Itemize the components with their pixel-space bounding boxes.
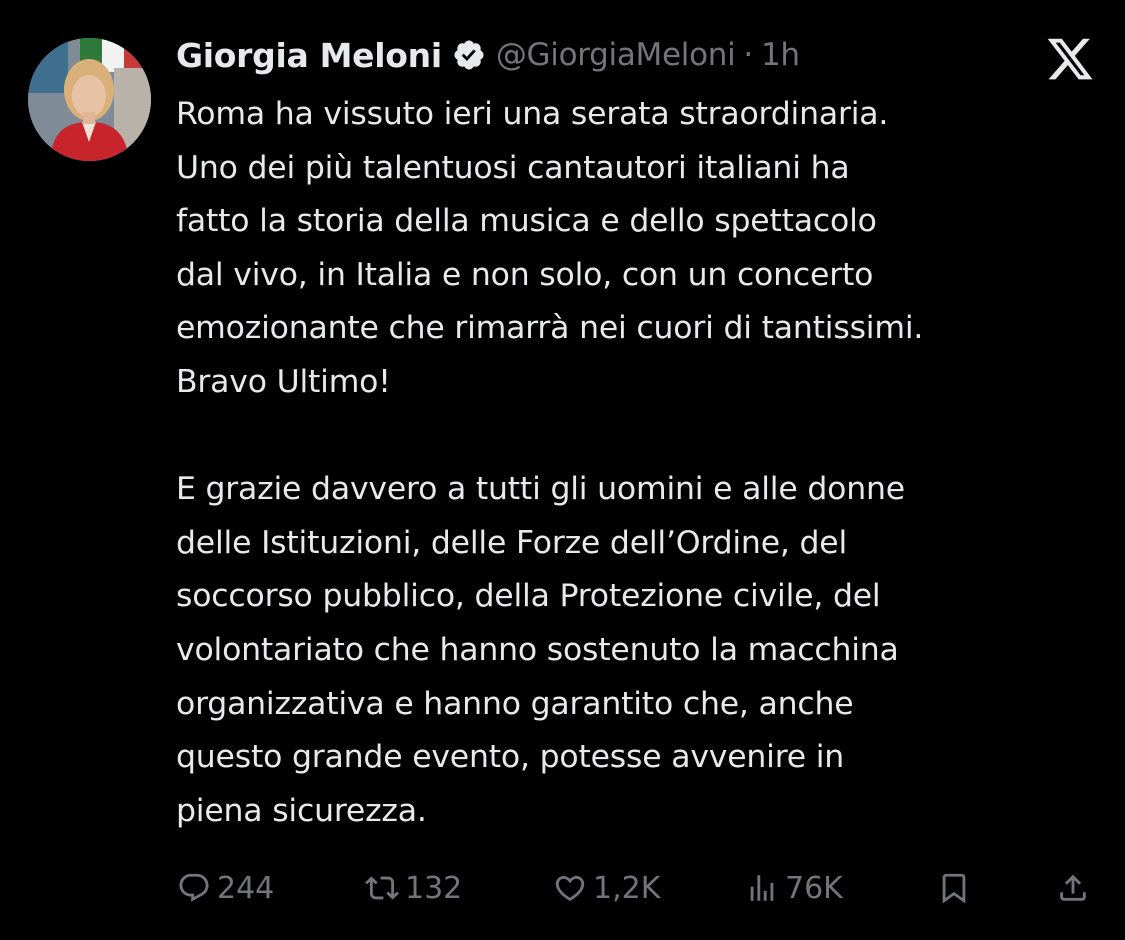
paragraph-break — [176, 410, 1106, 464]
tweet-text-line: Roma ha vissuto ieri una serata straordi… — [176, 96, 889, 132]
separator: · — [743, 37, 753, 73]
tweet-text-line: organizzativa e hanno garantito che, anc… — [176, 685, 854, 722]
tweet-text: Roma ha vissuto ieri una serata straordi… — [176, 88, 1106, 838]
reply-count: 244 — [217, 870, 275, 906]
author-handle[interactable]: @GiorgiaMeloni — [496, 37, 736, 73]
verified-badge-icon — [452, 38, 486, 72]
share-button[interactable] — [1056, 860, 1090, 916]
tweet-text-line: E grazie davvero a tutti gli uomini e al… — [176, 471, 905, 508]
tweet-text-line: Bravo Ultimo! — [176, 363, 391, 400]
tweet-text-line: emozionante che rimarrà nei cuori di tan… — [176, 310, 924, 347]
repost-icon — [365, 876, 399, 900]
tweet-text-line: Uno dei più talentuosi cantautori italia… — [176, 149, 850, 186]
views-icon — [750, 875, 774, 901]
tweet-text-line: soccorso pubblico, della Protezione civi… — [176, 578, 881, 615]
reply-icon — [179, 873, 209, 902]
tweet-text-line: volontariato che hanno sostenuto la macc… — [176, 631, 899, 668]
timestamp[interactable]: 1h — [761, 37, 800, 73]
action-bar: 244 132 1,2K 76K — [0, 860, 1125, 916]
tweet-text-line: delle Istituzioni, delle Forze dell’Ordi… — [176, 524, 848, 561]
display-name[interactable]: Giorgia Meloni — [176, 36, 442, 75]
repost-count: 132 — [405, 870, 463, 906]
avatar[interactable] — [28, 38, 151, 161]
tweet-header: Giorgia Meloni @GiorgiaMeloni · 1h — [176, 30, 800, 80]
like-count: 1,2K — [593, 870, 661, 906]
views-count: 76K — [785, 870, 843, 906]
tweet-text-line: piena sicurezza. — [176, 792, 427, 829]
heart-icon — [555, 875, 585, 901]
repost-button[interactable]: 132 — [365, 860, 462, 916]
x-logo-icon — [1044, 34, 1096, 84]
like-button[interactable]: 1,2K — [553, 860, 660, 916]
share-icon — [1060, 874, 1086, 901]
tweet-text-line: fatto la storia della musica e dello spe… — [176, 203, 877, 240]
tweet-text-line: questo grande evento, potesse avvenire i… — [176, 739, 845, 776]
bookmark-icon — [942, 873, 966, 904]
bookmark-button[interactable] — [937, 860, 971, 916]
views-button[interactable]: 76K — [745, 860, 843, 916]
reply-button[interactable]: 244 — [177, 860, 274, 916]
tweet: Giorgia Meloni @GiorgiaMeloni · 1h Roma … — [0, 0, 1125, 940]
tweet-text-line: dal vivo, in Italia e non solo, con un c… — [176, 256, 874, 293]
